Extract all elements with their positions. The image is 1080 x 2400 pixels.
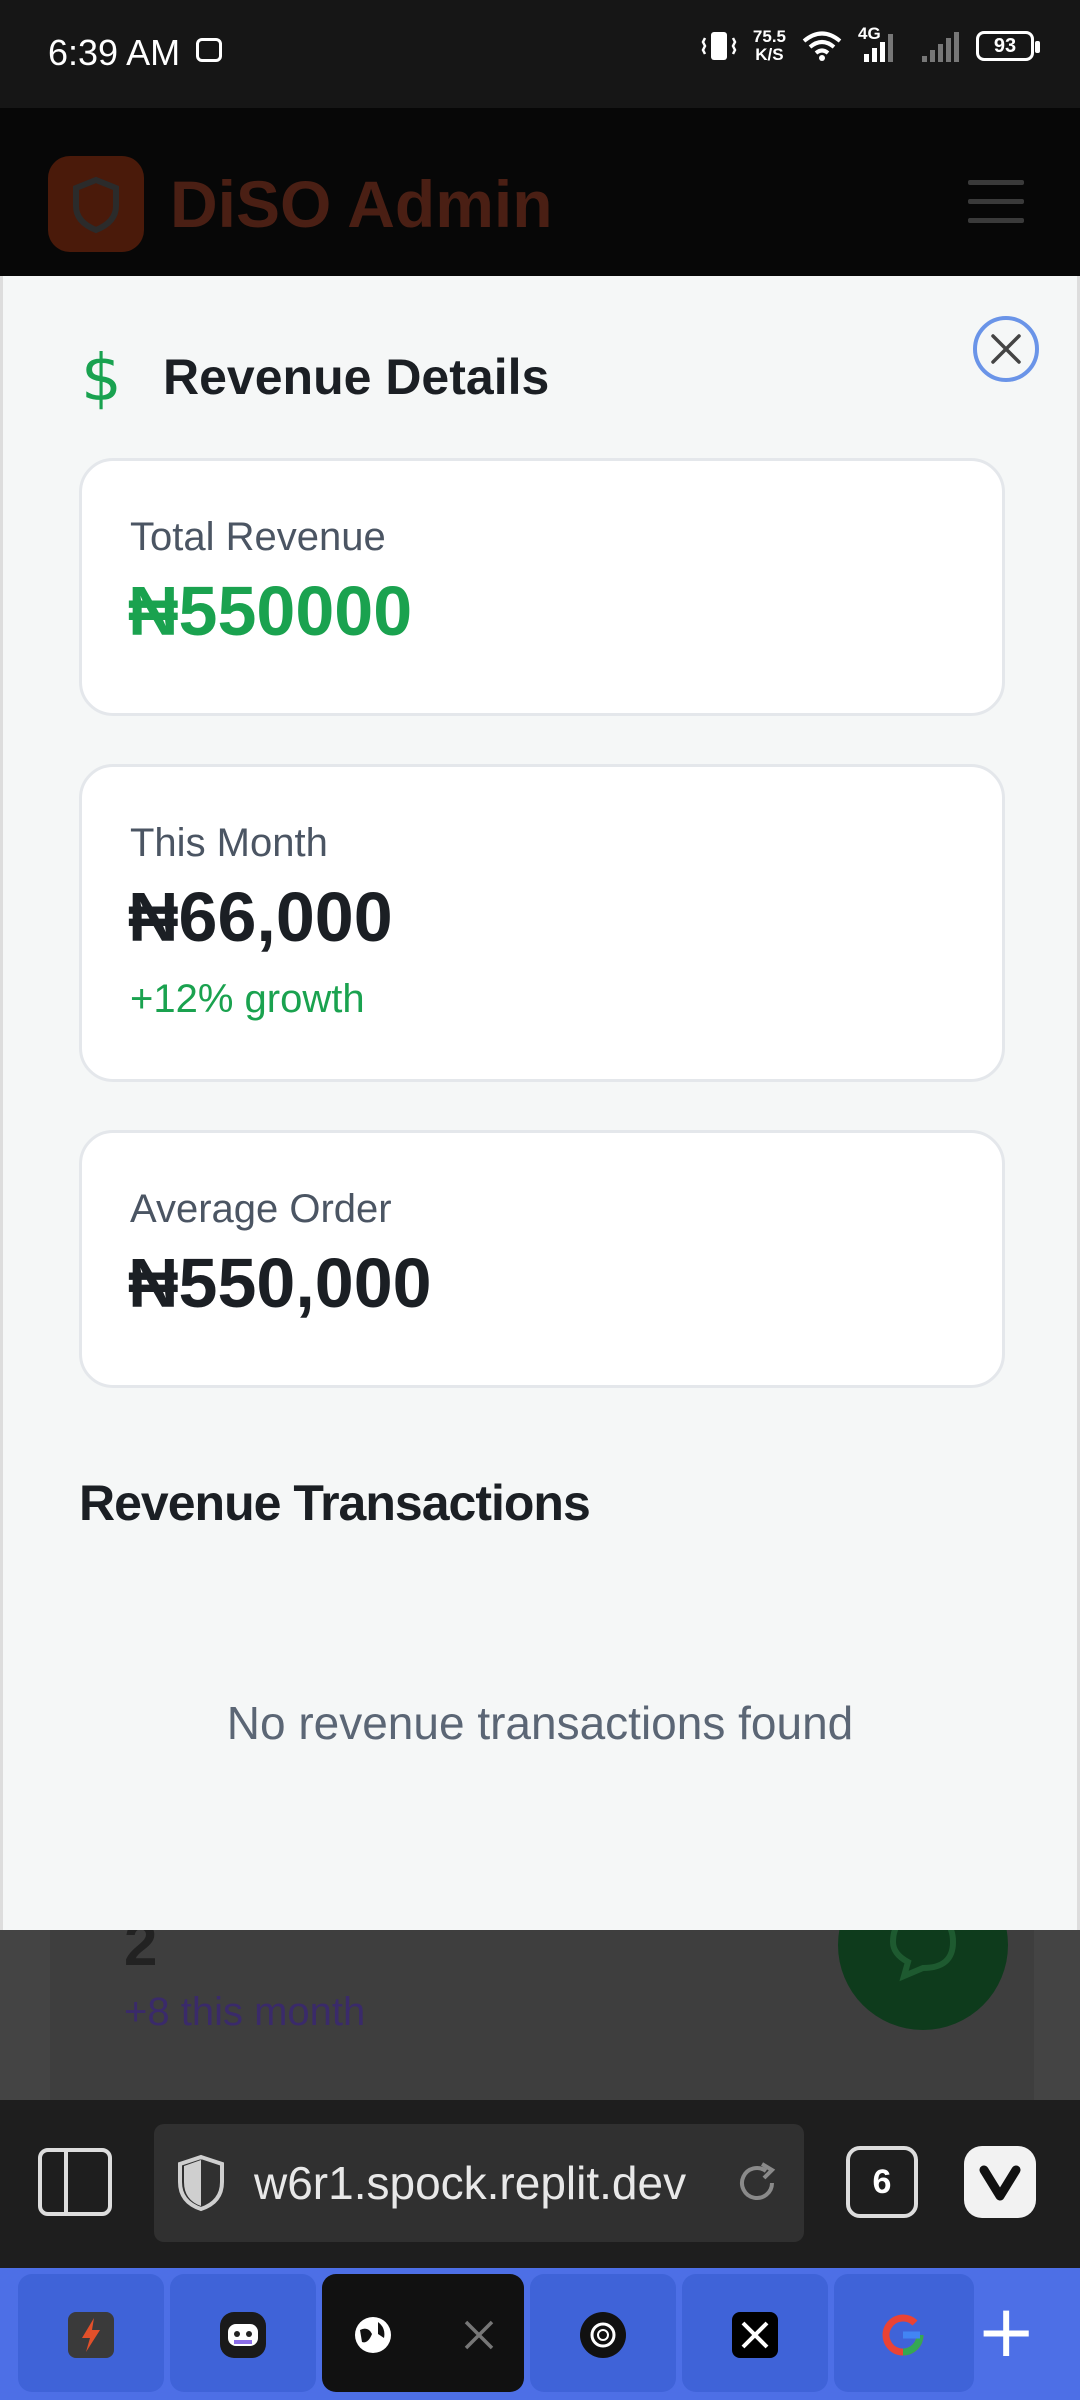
net-speed-unit: K/S [755,45,784,64]
dollar-icon: $ [81,342,122,416]
close-icon [991,334,1021,364]
tab-item[interactable] [18,2274,164,2392]
tab-item[interactable] [530,2274,676,2392]
x-app-icon [732,2312,778,2358]
total-revenue-card: Total Revenue ₦550000 [79,458,1005,716]
wifi-icon [802,31,842,61]
shield-icon[interactable] [176,2154,226,2212]
menu-icon[interactable] [968,180,1024,237]
reload-icon[interactable] [732,2158,782,2208]
section-title: Revenue Transactions [79,1475,591,1531]
card-value: ₦66,000 [128,878,393,956]
card-value: ₦550000 [128,572,413,650]
app-title: DiSO Admin [170,167,553,241]
address-bar[interactable]: w6r1.spock.replit.dev [154,2124,804,2242]
background-stat-growth: +8 this month [124,1990,366,2034]
this-month-card: This Month ₦66,000 +12% growth [79,764,1005,1082]
cellular-signal-4g-icon: 4G [858,24,904,64]
url-text[interactable]: w6r1.spock.replit.dev [254,2156,686,2210]
tab-count-button[interactable]: 6 [846,2146,918,2218]
status-bar: 6:39 AM 75.5 K/S 4G 93 [0,0,1080,108]
empty-state-text: No revenue transactions found [226,1697,854,1749]
background-content: 2 +8 this month [0,1860,1080,2100]
card-label: Total Revenue [130,515,386,559]
close-tab-icon[interactable] [462,2318,496,2352]
net-speed-value: 75.5 [752,27,786,46]
robot-app-icon [220,2312,266,2358]
status-icons: 75.5 K/S 4G 93 [701,24,1040,64]
modal-title: Revenue Details [163,349,550,405]
tab-item-active[interactable] [322,2274,524,2392]
card-value: ₦550,000 [128,1244,432,1322]
app-header: DiSO Admin [0,108,1080,276]
screenshot-icon [196,38,222,62]
app-logo [48,156,144,252]
net-speed: 75.5 K/S [753,28,786,64]
cellular-signal-icon [922,32,959,62]
globe-icon [350,2312,396,2358]
revenue-details-modal: $ Revenue Details Total Revenue ₦550000 … [0,276,1080,1930]
card-label: This Month [130,821,328,865]
battery-icon: 93 [976,31,1040,61]
tab-bar: + [0,2268,1080,2400]
growth-text: +12% growth [130,977,365,1021]
browser-toolbar: w6r1.spock.replit.dev 6 [0,2100,1080,2268]
vivaldi-menu-icon[interactable] [964,2146,1036,2218]
shield-logo-icon [73,176,119,234]
card-label: Average Order [130,1187,392,1231]
google-app-icon [880,2312,926,2358]
sidebar-toggle-icon[interactable] [38,2148,112,2216]
bolt-app-icon [68,2312,114,2358]
close-button[interactable] [973,316,1039,382]
chatgpt-app-icon [580,2312,626,2358]
tab-item[interactable] [170,2274,316,2392]
status-time: 6:39 AM [48,32,181,73]
vivaldi-logo-icon [979,2165,1021,2201]
vibrate-icon [701,32,737,60]
tab-item[interactable] [682,2274,828,2392]
average-order-card: Average Order ₦550,000 [79,1130,1005,1388]
new-tab-icon[interactable]: + [976,2286,1036,2376]
tab-item[interactable] [834,2274,974,2392]
